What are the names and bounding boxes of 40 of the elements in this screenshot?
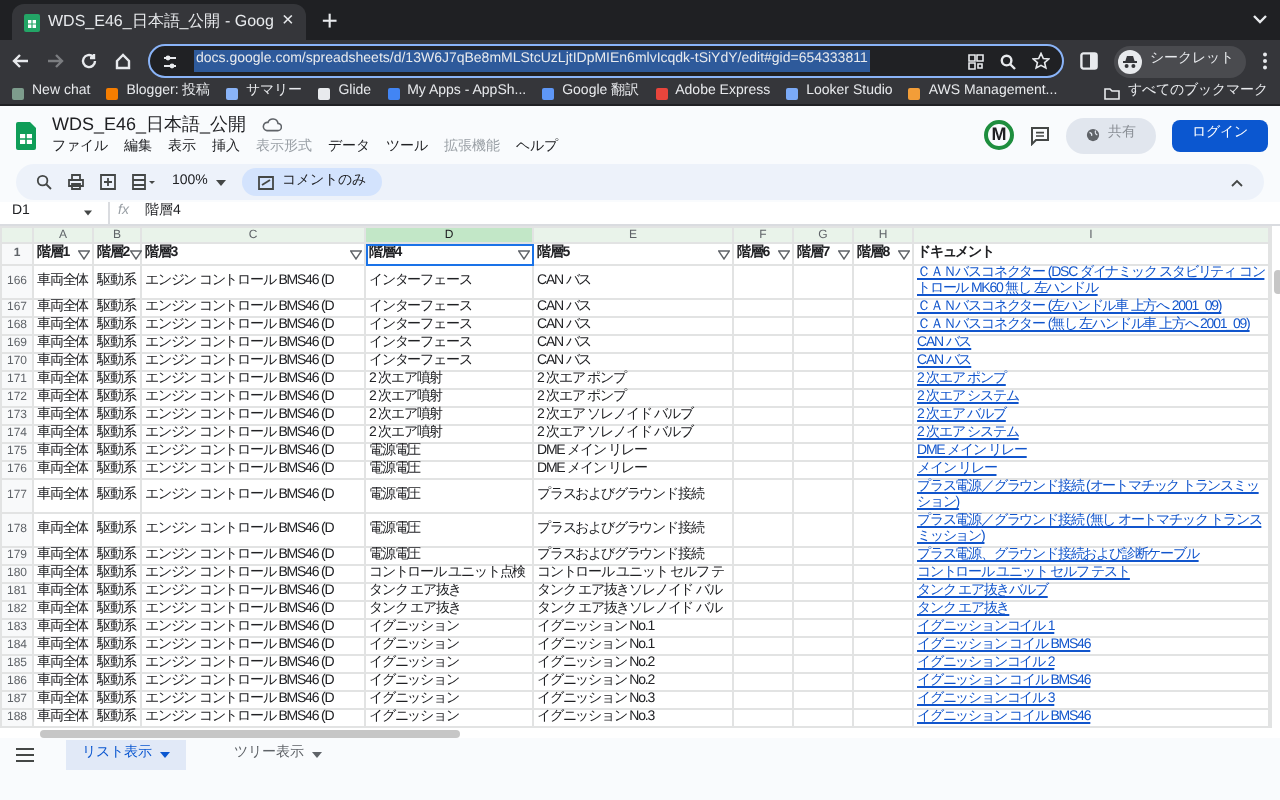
search-icon[interactable] [36, 174, 52, 190]
home-icon[interactable] [114, 52, 132, 70]
avatar[interactable]: M [984, 120, 1014, 150]
browser-tab[interactable]: WDS_E46_日本語_公開 - Goog × [12, 4, 306, 40]
caret-icon [160, 751, 170, 757]
close-tab-button[interactable]: × [281, 12, 294, 32]
caret-icon [215, 179, 226, 185]
filter-icon[interactable] [837, 249, 849, 259]
menu-icon[interactable] [16, 747, 34, 761]
new-tab-button[interactable]: + [313, 6, 346, 34]
more-options-icon[interactable] [1262, 52, 1268, 70]
folder-icon [1104, 87, 1120, 99]
filter-icon[interactable] [129, 249, 142, 259]
filter-icon[interactable] [77, 249, 89, 259]
reload-icon[interactable] [80, 52, 98, 70]
globe-icon [1086, 128, 1100, 142]
caret-icon [84, 210, 92, 216]
sheets-logo-icon[interactable] [16, 121, 36, 149]
document-title[interactable]: WDS_E46_日本語_公開 [52, 111, 247, 138]
filter-icon[interactable] [897, 249, 909, 259]
filter-icon[interactable] [349, 249, 361, 259]
caret-icon [312, 751, 322, 757]
filter-icon[interactable] [517, 249, 529, 259]
qr-code-icon[interactable] [968, 53, 984, 69]
chevron-up-icon[interactable] [1230, 177, 1244, 187]
filter-icon[interactable] [777, 249, 789, 259]
format-dropdown-icon[interactable] [132, 174, 156, 190]
print-icon[interactable] [68, 174, 84, 190]
cloud-icon [262, 117, 283, 132]
incognito-icon [1118, 49, 1142, 73]
zoom-icon[interactable] [1000, 53, 1016, 69]
sheets-icon [24, 13, 40, 31]
add-comment-icon[interactable] [100, 174, 116, 190]
comment-history-icon[interactable] [1030, 125, 1050, 145]
star-icon[interactable] [1032, 52, 1050, 70]
filter-icon[interactable] [717, 249, 729, 259]
back-arrow-icon[interactable] [12, 52, 30, 70]
side-panel-icon[interactable] [1080, 52, 1098, 70]
tune-icon [162, 53, 178, 69]
chevron-down-icon[interactable] [1252, 14, 1268, 26]
